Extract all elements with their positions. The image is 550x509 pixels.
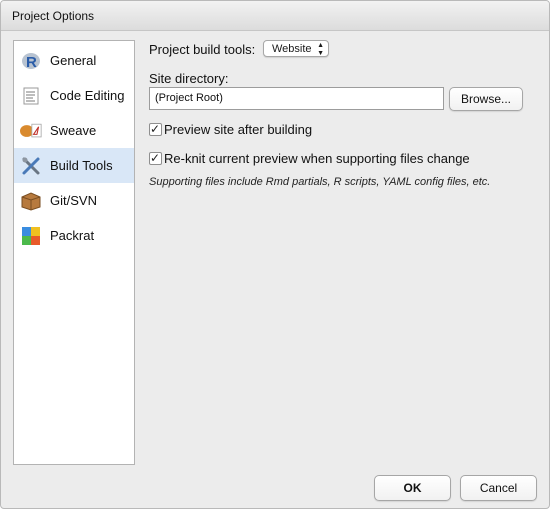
r-logo-icon: R <box>20 50 42 72</box>
preview-label: Preview site after building <box>164 122 313 137</box>
site-directory-label: Site directory: <box>149 71 229 86</box>
project-options-dialog: Project Options R General Code Editing S… <box>0 0 550 509</box>
sidebar-item-packrat[interactable]: Packrat <box>14 218 134 253</box>
reknit-checkbox[interactable]: ✓ <box>149 151 162 165</box>
sidebar-item-git-svn[interactable]: Git/SVN <box>14 183 134 218</box>
window-title: Project Options <box>12 9 95 23</box>
sidebar-item-label: Packrat <box>50 228 95 243</box>
cancel-button[interactable]: Cancel <box>460 475 537 501</box>
packrat-icon <box>20 225 42 247</box>
sidebar: R General Code Editing Sweave Build Tool… <box>13 40 135 465</box>
package-box-icon <box>20 190 42 212</box>
title-bar: Project Options <box>1 1 549 31</box>
site-directory-field[interactable]: (Project Root) <box>149 87 444 110</box>
svg-text:R: R <box>26 54 37 71</box>
sidebar-item-label: Build Tools <box>50 158 113 173</box>
select-arrows-icon: ▲ ▼ <box>317 42 324 57</box>
build-tools-label: Project build tools: <box>149 42 256 57</box>
checkmark-icon: ✓ <box>150 151 161 165</box>
sidebar-item-general[interactable]: R General <box>14 43 134 78</box>
reknit-label: Re-knit current preview when supporting … <box>164 151 470 166</box>
sidebar-item-code-editing[interactable]: Code Editing <box>14 78 134 113</box>
build-tools-value: Website <box>272 43 312 55</box>
sidebar-item-build-tools[interactable]: Build Tools <box>14 148 134 183</box>
sidebar-item-label: Git/SVN <box>50 193 97 208</box>
browse-button[interactable]: Browse... <box>449 87 523 111</box>
supporting-files-note: Supporting files include Rmd partials, R… <box>149 176 491 188</box>
sweave-pdf-icon <box>20 120 42 142</box>
preview-checkbox[interactable]: ✓ <box>149 122 162 136</box>
sidebar-item-label: General <box>50 53 97 68</box>
sidebar-item-label: Sweave <box>50 123 97 138</box>
sidebar-item-sweave[interactable]: Sweave <box>14 113 134 148</box>
document-icon <box>20 85 42 107</box>
checkmark-icon: ✓ <box>150 122 161 136</box>
tools-icon <box>20 155 42 177</box>
sidebar-item-label: Code Editing <box>50 88 125 103</box>
build-tools-select[interactable]: Website ▲ ▼ <box>263 40 329 57</box>
ok-button[interactable]: OK <box>374 475 451 501</box>
